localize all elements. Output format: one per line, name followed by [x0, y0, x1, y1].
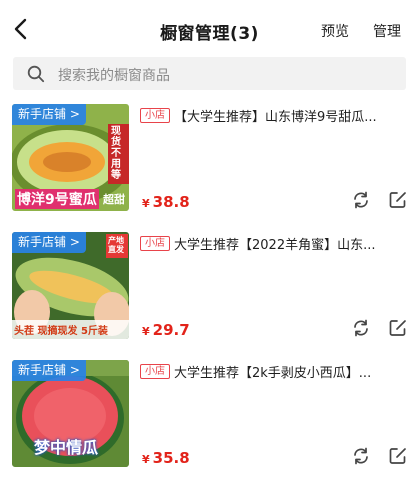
edit-icon[interactable] — [388, 190, 408, 210]
shop-badge: 小店 — [140, 108, 170, 123]
thumb-caption-2: 超甜 — [103, 193, 125, 206]
product-title[interactable]: 大学生推荐【2k手剥皮小西瓜】... — [174, 362, 406, 381]
price-value: 29.7 — [152, 321, 190, 339]
top-bar: 橱窗管理(3) 预览 管理 — [0, 0, 419, 56]
refresh-icon[interactable] — [351, 446, 371, 466]
price-currency: ¥ — [142, 325, 150, 338]
edit-icon[interactable] — [388, 318, 408, 338]
product-image[interactable]: 新手店铺 > 现货不用等 博洋9号蜜瓜 超甜 — [12, 104, 129, 211]
shop-badge: 小店 — [140, 364, 170, 379]
product-title[interactable]: 【大学生推荐】山东博洋9号甜瓜... — [174, 106, 406, 125]
product-price: ¥29.7 — [142, 320, 190, 339]
thumb-sticker: 现货不用等 — [111, 126, 121, 181]
new-shop-tag: 新手店铺 > — [12, 104, 86, 125]
thumb-sticker: 产地直发 — [108, 236, 124, 254]
search-icon — [27, 65, 45, 83]
thumb-caption: 梦中情瓜 — [34, 438, 99, 457]
product-title[interactable]: 大学生推荐【2022羊角蜜】山东... — [174, 234, 406, 253]
edit-icon[interactable] — [388, 446, 408, 466]
list-item[interactable]: 新手店铺 > 产地直发 头茬 现摘现发 5斤装 小店 大学生推荐【2022羊角蜜… — [0, 232, 419, 344]
search-placeholder: 搜索我的橱窗商品 — [58, 68, 170, 84]
new-shop-tag: 新手店铺 > — [12, 232, 86, 253]
product-image[interactable]: 新手店铺 > 梦中情瓜 — [12, 360, 129, 467]
refresh-icon[interactable] — [351, 190, 371, 210]
list-item[interactable]: 新手店铺 > 梦中情瓜 小店 大学生推荐【2k手剥皮小西瓜】... ¥35.8 — [0, 360, 419, 472]
product-price: ¥38.8 — [142, 192, 190, 211]
manage-button[interactable]: 管理 — [373, 21, 401, 41]
price-value: 38.8 — [152, 193, 190, 211]
shop-badge: 小店 — [140, 236, 170, 251]
price-currency: ¥ — [142, 197, 150, 210]
search-input[interactable]: 搜索我的橱窗商品 — [13, 57, 406, 90]
price-currency: ¥ — [142, 453, 150, 466]
page-title: 橱窗管理(3) — [160, 24, 259, 44]
refresh-icon[interactable] — [351, 318, 371, 338]
new-shop-tag: 新手店铺 > — [12, 360, 86, 381]
preview-button[interactable]: 预览 — [321, 21, 349, 41]
thumb-caption: 博洋9号蜜瓜 — [15, 189, 99, 209]
price-value: 35.8 — [152, 449, 190, 467]
list-item[interactable]: 新手店铺 > 现货不用等 博洋9号蜜瓜 超甜 小店 【大学生推荐】山东博洋9号甜… — [0, 104, 419, 216]
product-image[interactable]: 新手店铺 > 产地直发 头茬 现摘现发 5斤装 — [12, 232, 129, 339]
product-price: ¥35.8 — [142, 448, 190, 467]
thumb-caption: 头茬 现摘现发 5斤装 — [14, 326, 108, 337]
